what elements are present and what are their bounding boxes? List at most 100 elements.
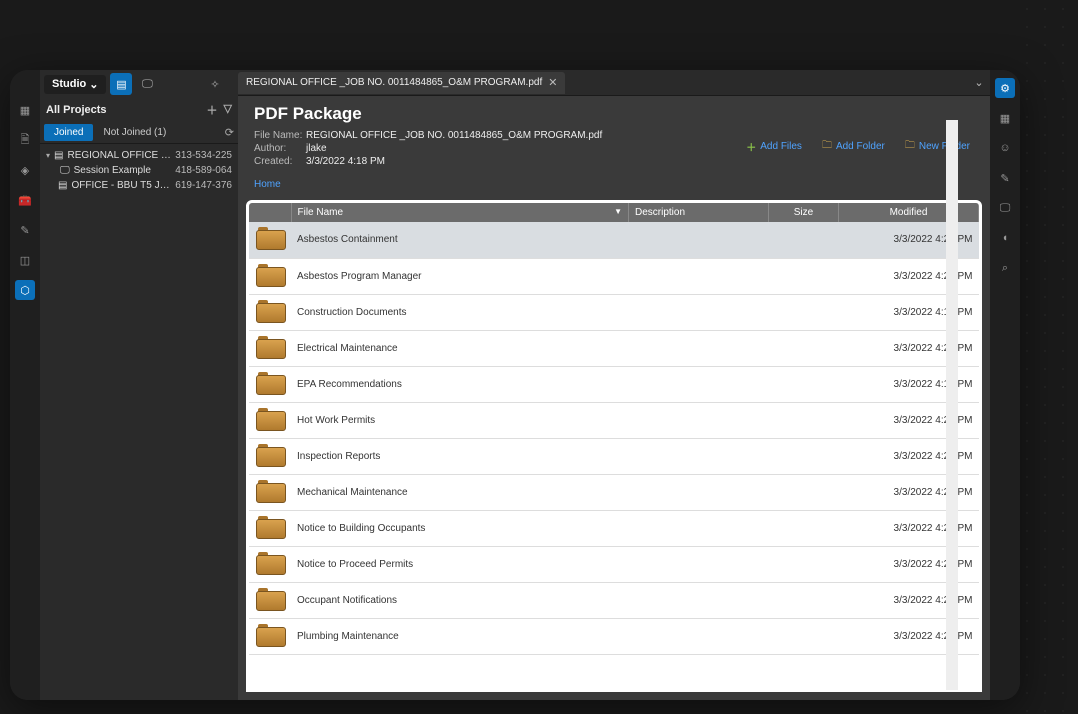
studio-dropdown[interactable]: Studio ⌄ (44, 75, 106, 94)
tab-menu-chevron[interactable]: ⌄ (968, 72, 990, 94)
session-name: Session Example (74, 165, 172, 176)
row-size (769, 330, 839, 366)
row-icon-cell (249, 222, 291, 258)
close-icon[interactable]: ✕ (548, 76, 557, 89)
table-row[interactable]: Occupant Notifications3/3/2022 4:22 PM (249, 582, 979, 618)
toolbox-icon[interactable]: 🧰 (15, 190, 35, 210)
row-filename: Inspection Reports (291, 438, 629, 474)
table-row[interactable]: Construction Documents3/3/2022 4:19 PM (249, 294, 979, 330)
col-size-header[interactable]: Size (769, 203, 839, 222)
folder-icon (256, 480, 284, 502)
row-filename: Asbestos Program Manager (291, 258, 629, 294)
col-filename-header[interactable]: File Name ▼ (291, 203, 629, 222)
row-filename: Mechanical Maintenance (291, 474, 629, 510)
meta-value: jlake (306, 143, 327, 154)
add-files-link[interactable]: ＋ Add Files (746, 138, 802, 155)
projects-panel: Studio ⌄ ▤ 🖵 ✧ All Projects ＋ ▽ Joined N… (40, 70, 238, 700)
tab-not-joined[interactable]: Not Joined (1) (93, 124, 176, 141)
row-filename: Occupant Notifications (291, 582, 629, 618)
grid-icon[interactable]: ▦ (15, 100, 35, 120)
new-folder-link[interactable]: 🗀 New Folder (905, 138, 970, 155)
row-icon-cell (249, 438, 291, 474)
table-row[interactable]: Plumbing Maintenance3/3/2022 4:20 PM (249, 618, 979, 654)
table-row[interactable]: Notice to Building Occupants3/3/2022 4:2… (249, 510, 979, 546)
col-label: File Name (298, 207, 344, 218)
table-row[interactable]: EPA Recommendations3/3/2022 4:19 PM (249, 366, 979, 402)
breadcrumb-home[interactable]: Home (238, 173, 990, 196)
folder-icon (256, 444, 284, 466)
col-icon-header[interactable] (249, 203, 291, 222)
col-label: Modified (890, 207, 928, 218)
plus-icon: ＋ (746, 139, 756, 154)
document-tab[interactable]: REGIONAL OFFICE _JOB NO. 0011484865_O&M … (238, 72, 565, 94)
comment-icon[interactable]: ✎ (995, 168, 1015, 188)
row-filename: Asbestos Containment (291, 222, 629, 258)
user-icon[interactable]: ☺ (995, 138, 1015, 158)
folder-icon (256, 516, 284, 538)
main-area: REGIONAL OFFICE _JOB NO. 0011484865_O&M … (238, 70, 990, 700)
right-icon-rail: ⚙ ▦ ☺ ✎ 🖵 ◖ ⌕ (990, 70, 1020, 700)
background-dots (1018, 0, 1078, 714)
wand-icon[interactable]: ✧ (204, 73, 226, 95)
folder-icon (256, 372, 284, 394)
refresh-icon[interactable]: ⟳ (225, 126, 234, 139)
edit-icon[interactable]: ✎ (15, 220, 35, 240)
folder-icon (256, 552, 284, 574)
tab-joined[interactable]: Joined (44, 124, 93, 141)
add-folder-link[interactable]: 🗀 Add Folder (822, 138, 885, 155)
tag-icon[interactable]: ◖ (995, 228, 1015, 248)
project-row[interactable]: ▾ ▤ REGIONAL OFFICE TER... 313-534-225 (42, 148, 236, 163)
monitor-icon[interactable]: 🖵 (136, 73, 158, 95)
row-description (629, 546, 769, 582)
table-row[interactable]: Electrical Maintenance3/3/2022 4:20 PM (249, 330, 979, 366)
row-description (629, 582, 769, 618)
gear-icon[interactable]: ⚙ (995, 78, 1015, 98)
table-row[interactable]: Asbestos Program Manager3/3/2022 4:21 PM (249, 258, 979, 294)
link-label: New Folder (919, 141, 970, 152)
row-size (769, 618, 839, 654)
row-description (629, 366, 769, 402)
pdf-package-header: PDF Package File Name: REGIONAL OFFICE _… (238, 96, 990, 173)
table-row[interactable]: Notice to Proceed Permits3/3/2022 4:21 P… (249, 546, 979, 582)
row-size (769, 258, 839, 294)
project-tree: ▾ ▤ REGIONAL OFFICE TER... 313-534-225 🖵… (40, 144, 238, 197)
folder-icon (256, 336, 284, 358)
session-icon: 🖵 (60, 165, 70, 176)
table-row[interactable]: Inspection Reports3/3/2022 4:21 PM (249, 438, 979, 474)
folder-icon (256, 588, 284, 610)
file-table: File Name ▼ Description Size Modified (249, 203, 979, 655)
project-row[interactable]: ▤ OFFICE - BBU T5 Job No... 619-147-376 (42, 178, 236, 193)
add-project-icon[interactable]: ＋ (207, 102, 218, 118)
search-icon[interactable]: ⌕ (995, 258, 1015, 278)
row-size (769, 510, 839, 546)
row-icon-cell (249, 510, 291, 546)
table-row[interactable]: Mechanical Maintenance3/3/2022 4:20 PM (249, 474, 979, 510)
folder-icon (256, 624, 284, 646)
meta-label: Author: (254, 143, 306, 154)
row-description (629, 294, 769, 330)
studio-icon[interactable]: ⬡ (15, 280, 35, 300)
file-icon[interactable]: 🗎 (15, 130, 35, 150)
panel-view-icon[interactable]: ▤ (110, 73, 132, 95)
panel-title: All Projects (46, 104, 107, 116)
filter-icon[interactable]: ▽ (224, 102, 232, 118)
row-icon-cell (249, 366, 291, 402)
file-table-container: File Name ▼ Description Size Modified (246, 200, 982, 692)
col-description-header[interactable]: Description (629, 203, 769, 222)
row-icon-cell (249, 330, 291, 366)
table-row[interactable]: Hot Work Permits3/3/2022 4:22 PM (249, 402, 979, 438)
folder-icon (256, 300, 284, 322)
document-tab-title: REGIONAL OFFICE _JOB NO. 0011484865_O&M … (246, 77, 542, 88)
layers-icon[interactable]: ◈ (15, 160, 35, 180)
project-icon: ▤ (54, 150, 63, 161)
table-row[interactable]: Asbestos Containment3/3/2022 4:20 PM (249, 222, 979, 258)
chart-icon[interactable]: ◫ (15, 250, 35, 270)
row-size (769, 582, 839, 618)
sort-indicator-icon: ▼ (614, 207, 622, 216)
screen-icon[interactable]: 🖵 (995, 198, 1015, 218)
row-size (769, 474, 839, 510)
grid-icon[interactable]: ▦ (995, 108, 1015, 128)
session-row[interactable]: 🖵 Session Example 418-589-064 (42, 163, 236, 178)
vertical-scrollbar[interactable] (946, 120, 958, 690)
studio-label: Studio (52, 78, 86, 90)
